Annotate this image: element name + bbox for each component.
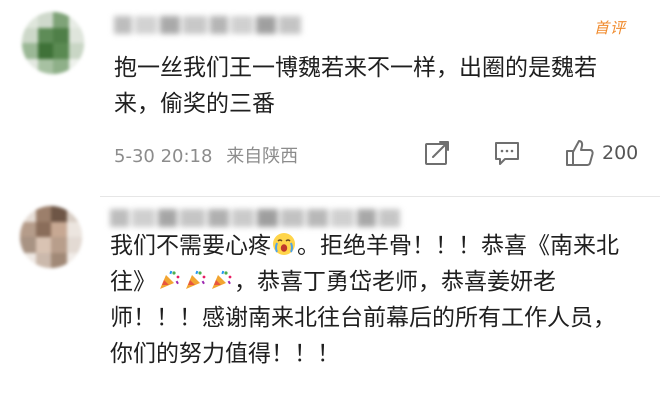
party-popper-emoji-icon	[160, 270, 180, 289]
crying-face-emoji-icon	[273, 233, 295, 255]
reply-button[interactable]	[492, 137, 522, 169]
like-count: 200	[602, 142, 639, 164]
share-icon	[425, 141, 449, 165]
avatar[interactable]	[22, 12, 84, 74]
party-popper-emoji-icon	[186, 270, 206, 289]
comment-text: 我们不需要心疼 。拒绝羊骨！！！恭喜《南来北往》 ，恭喜丁勇岱老师，恭喜姜妍老师…	[110, 228, 630, 372]
comment-list: 首评 抱一丝我们王一博魏若来不一样，出圈的是魏若来，偷奖的三番 5-30 20:…	[0, 0, 660, 400]
avatar-mosaic	[22, 12, 84, 74]
comment-item: 首评 抱一丝我们王一博魏若来不一样，出圈的是魏若来，偷奖的三番 5-30 20:…	[0, 0, 660, 196]
like-button[interactable]: 200	[564, 137, 638, 169]
avatar[interactable]	[20, 206, 82, 268]
comment-date: 5-30 20:18	[114, 146, 213, 167]
comment-text-part: 我们不需要心疼	[110, 233, 271, 259]
avatar-mosaic	[20, 206, 82, 268]
comment-item: 我们不需要心疼 。拒绝羊骨！！！恭喜《南来北往》 ，恭喜丁勇岱老师，恭喜姜妍老师…	[0, 196, 660, 400]
thumbs-up-icon	[566, 140, 594, 166]
comment-icon	[495, 142, 519, 165]
comment-location: 来自陕西	[226, 146, 299, 167]
share-button[interactable]	[422, 137, 452, 169]
username-blurred[interactable]	[110, 209, 400, 227]
comment-meta: 5-30 20:18 来自陕西	[114, 142, 306, 168]
username-blurred[interactable]	[114, 16, 304, 34]
party-popper-emoji-icon	[212, 270, 232, 289]
first-comment-badge: 首评	[594, 19, 627, 37]
comment-text: 抱一丝我们王一博魏若来不一样，出圈的是魏若来，偷奖的三番	[114, 55, 597, 117]
